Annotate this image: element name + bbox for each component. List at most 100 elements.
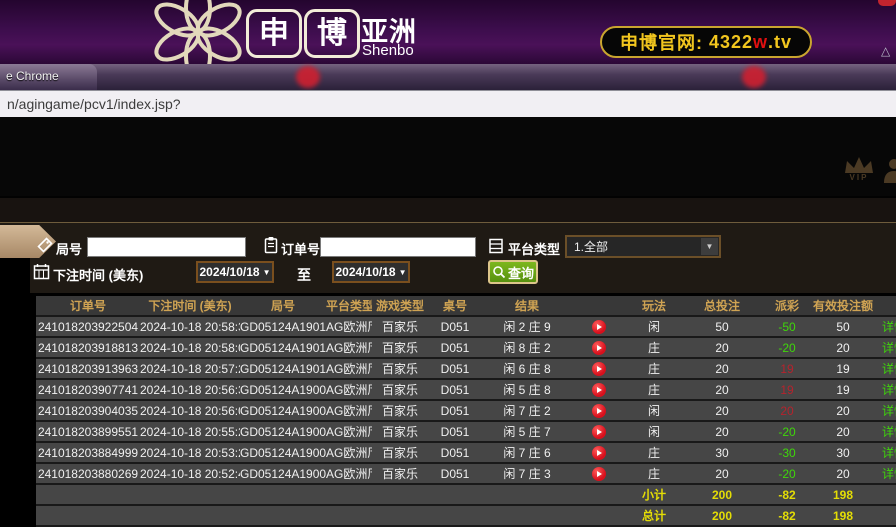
cell-order: 241018203880269 bbox=[36, 463, 140, 484]
column-header: 游戏类型 bbox=[372, 296, 428, 316]
triangle-icon: △ bbox=[881, 44, 890, 58]
subtotal-value: 198 bbox=[812, 484, 874, 505]
date-from-picker[interactable]: 2024/10/18▼ bbox=[196, 261, 274, 283]
cell-game: 百家乐 bbox=[372, 463, 428, 484]
order-label: 订单号 bbox=[281, 239, 320, 258]
cell-result: 闲 5 庄 7 bbox=[482, 421, 572, 442]
cell-total: 20 bbox=[682, 421, 762, 442]
cell-total: 20 bbox=[682, 358, 762, 379]
date-to-picker[interactable]: 2024/10/18▼ bbox=[332, 261, 410, 283]
cell-time: 2024-10-18 20:58:39 bbox=[140, 316, 240, 337]
column-header: 订单号 bbox=[36, 296, 140, 316]
brand-char-shen: 申 bbox=[246, 9, 302, 58]
cell-total: 20 bbox=[682, 379, 762, 400]
person-icon[interactable] bbox=[882, 157, 896, 183]
chevron-down-icon: ▼ bbox=[263, 268, 271, 277]
empty-cell bbox=[326, 505, 372, 526]
url-text: n/agingame/pcv1/index.jsp? bbox=[7, 96, 181, 112]
detail-link[interactable]: 详情 bbox=[882, 467, 896, 481]
detail-link[interactable]: 详情 bbox=[882, 425, 896, 439]
table-row: 2410182039077412024-10-18 20:56:33GD0512… bbox=[36, 379, 896, 400]
empty-cell bbox=[240, 505, 326, 526]
cell-detail: 详情 bbox=[874, 400, 896, 421]
replay-play-button[interactable] bbox=[592, 341, 606, 355]
cell-platform: AG欧洲厅 bbox=[326, 379, 372, 400]
replay-play-button[interactable] bbox=[592, 362, 606, 376]
cell-result: 闲 5 庄 8 bbox=[482, 379, 572, 400]
chevron-down-icon: ▼ bbox=[399, 268, 407, 277]
url-bar[interactable]: n/agingame/pcv1/index.jsp? bbox=[0, 90, 896, 117]
cell-order: 241018203922504 bbox=[36, 316, 140, 337]
cell-result: 闲 8 庄 2 bbox=[482, 337, 572, 358]
empty-cell bbox=[240, 484, 326, 505]
cell-replay bbox=[572, 337, 626, 358]
cell-time: 2024-10-18 20:52:42 bbox=[140, 463, 240, 484]
official-site-pill[interactable]: 申博官网: 4322w.tv bbox=[600, 26, 812, 58]
cell-valid: 30 bbox=[812, 442, 874, 463]
cell-result: 闲 2 庄 9 bbox=[482, 316, 572, 337]
cell-detail: 详情 bbox=[874, 358, 896, 379]
corner-decoration bbox=[878, 0, 896, 6]
empty-cell bbox=[428, 484, 482, 505]
grand-total-value: 200 bbox=[682, 505, 762, 526]
cell-result: 闲 6 庄 8 bbox=[482, 358, 572, 379]
cell-round: GD05124A19010 bbox=[240, 358, 326, 379]
cell-order: 241018203904035 bbox=[36, 400, 140, 421]
replay-play-button[interactable] bbox=[592, 383, 606, 397]
detail-link[interactable]: 详情 bbox=[882, 362, 896, 376]
platform-select[interactable]: 1.全部 ▼ bbox=[565, 235, 721, 258]
cell-valid: 20 bbox=[812, 463, 874, 484]
cell-detail: 详情 bbox=[874, 379, 896, 400]
cell-table_no: D051 bbox=[428, 400, 482, 421]
replay-play-button[interactable] bbox=[592, 320, 606, 334]
cell-time: 2024-10-18 20:58:09 bbox=[140, 337, 240, 358]
date-to-value: 2024/10/18 bbox=[336, 265, 396, 279]
cell-table_no: D051 bbox=[428, 421, 482, 442]
detail-link[interactable]: 详情 bbox=[882, 446, 896, 460]
round-label: 局号 bbox=[56, 239, 82, 258]
empty-cell bbox=[326, 484, 372, 505]
platform-type-label: 平台类型 bbox=[508, 239, 560, 258]
search-button-label: 查询 bbox=[508, 263, 534, 282]
table-row: 2410182038995512024-10-18 20:55:24GD0512… bbox=[36, 421, 896, 442]
replay-play-button[interactable] bbox=[592, 467, 606, 481]
subtotal-label: 小计 bbox=[626, 484, 682, 505]
flower-logo-icon bbox=[152, 0, 244, 64]
tag-icon bbox=[36, 237, 53, 254]
detail-link[interactable]: 详情 bbox=[882, 383, 896, 397]
cell-total: 20 bbox=[682, 337, 762, 358]
column-header bbox=[874, 296, 896, 316]
replay-play-button[interactable] bbox=[592, 404, 606, 418]
replay-play-button[interactable] bbox=[592, 425, 606, 439]
cell-play: 庄 bbox=[626, 358, 682, 379]
empty-cell bbox=[372, 505, 428, 526]
brand-header: 申 博 亚洲 Shenbo 申博官网: 4322w.tv △ bbox=[0, 0, 896, 64]
cell-payout: -20 bbox=[762, 463, 812, 484]
official-site-number: 4322 bbox=[709, 32, 753, 53]
cell-round: GD05124A1900Y bbox=[240, 400, 326, 421]
cell-platform: AG欧洲厅 bbox=[326, 463, 372, 484]
round-input[interactable] bbox=[87, 237, 246, 257]
cell-detail: 详情 bbox=[874, 421, 896, 442]
column-header: 桌号 bbox=[428, 296, 482, 316]
cell-payout: 19 bbox=[762, 379, 812, 400]
cell-game: 百家乐 bbox=[372, 358, 428, 379]
cell-round: GD05124A19012 bbox=[240, 316, 326, 337]
replay-play-button[interactable] bbox=[592, 446, 606, 460]
detail-link[interactable]: 详情 bbox=[882, 404, 896, 418]
cell-play: 闲 bbox=[626, 316, 682, 337]
cell-time: 2024-10-18 20:57:28 bbox=[140, 358, 240, 379]
cell-payout: -50 bbox=[762, 316, 812, 337]
cell-platform: AG欧洲厅 bbox=[326, 316, 372, 337]
detail-link[interactable]: 详情 bbox=[882, 320, 896, 334]
search-button[interactable]: 查询 bbox=[488, 260, 538, 284]
cell-valid: 20 bbox=[812, 337, 874, 358]
detail-link[interactable]: 详情 bbox=[882, 341, 896, 355]
vip-menu-item[interactable]: VIP bbox=[841, 155, 877, 182]
order-input[interactable] bbox=[320, 237, 476, 257]
cell-payout: -20 bbox=[762, 337, 812, 358]
column-header: 平台类型 bbox=[326, 296, 372, 316]
cell-order: 241018203913963 bbox=[36, 358, 140, 379]
panel-corner-mask bbox=[0, 258, 30, 293]
cell-detail: 详情 bbox=[874, 442, 896, 463]
